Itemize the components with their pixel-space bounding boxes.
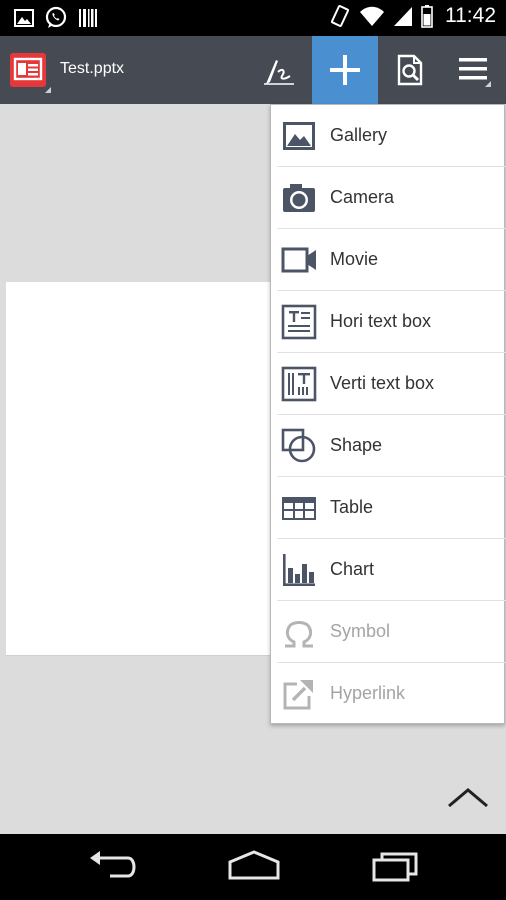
navigation-bar (0, 834, 506, 900)
pen-icon (264, 60, 294, 85)
battery-icon (421, 5, 433, 28)
menu-item-label: Shape (330, 435, 383, 455)
preview-icon (397, 54, 423, 86)
barcode-icon (79, 9, 97, 27)
whatsapp-icon (45, 6, 67, 28)
insert-menu: Gallery Camera Movie Hori text box Verti… (270, 104, 506, 725)
menu-item-gallery[interactable]: Gallery (277, 105, 506, 167)
presentation-icon (13, 57, 43, 81)
vibrate-icon (330, 5, 350, 27)
menu-item-label: Symbol (330, 621, 391, 641)
shape-icon (281, 428, 316, 463)
menu-item-hyperlink[interactable]: Hyperlink (277, 663, 506, 725)
menu-item-horizontal-text-box[interactable]: Hori text box (277, 291, 506, 353)
insert-button[interactable] (312, 36, 378, 104)
omega-icon (285, 621, 313, 648)
menu-item-label: Movie (330, 249, 379, 269)
document-title: Test.pptx (60, 60, 125, 77)
chevron-up-icon (448, 788, 488, 808)
menu-item-label: Gallery (330, 125, 388, 145)
menu-item-label: Hyperlink (330, 683, 406, 703)
menu-item-label: Chart (330, 559, 375, 579)
signal-icon (394, 7, 412, 26)
menu-item-shape[interactable]: Shape (277, 415, 506, 477)
menu-item-camera[interactable]: Camera (277, 167, 506, 229)
slide-canvas[interactable] (6, 282, 296, 656)
home-button[interactable] (224, 846, 284, 886)
home-icon (228, 850, 280, 880)
menu-icon (459, 58, 491, 87)
menu-item-vertical-text-box[interactable]: Verti text box (277, 353, 506, 415)
menu-item-chart[interactable]: Chart (277, 539, 506, 601)
back-button[interactable] (84, 846, 144, 886)
menu-item-label: Table (330, 497, 374, 517)
overflow-menu-button[interactable] (442, 36, 506, 104)
presentation-app-icon[interactable] (10, 53, 51, 93)
wifi-icon (360, 6, 384, 26)
vertical-text-box-icon (281, 366, 317, 402)
movie-icon (281, 247, 316, 273)
app-toolbar: Test.pptx (0, 36, 506, 104)
menu-item-symbol[interactable]: Symbol (277, 601, 506, 663)
menu-item-label: Hori text box (330, 311, 432, 331)
menu-item-movie[interactable]: Movie (277, 229, 506, 291)
image-notification-icon (14, 9, 34, 27)
chart-icon (283, 554, 315, 586)
status-bar: 11:42 (0, 0, 506, 36)
gallery-icon (283, 122, 315, 150)
camera-icon (283, 184, 315, 212)
clock: 11:42 (445, 4, 496, 27)
pen-button[interactable] (248, 36, 312, 104)
plus-icon (330, 55, 360, 85)
table-icon (282, 497, 316, 520)
scroll-up-button[interactable] (446, 782, 490, 812)
recent-apps-icon (372, 852, 418, 882)
recent-apps-button[interactable] (366, 846, 426, 886)
preview-button[interactable] (378, 36, 442, 104)
back-icon (90, 851, 136, 878)
menu-item-label: Verti text box (330, 373, 435, 393)
menu-item-label: Camera (330, 187, 395, 207)
hyperlink-icon (283, 680, 313, 710)
horizontal-text-box-icon (281, 304, 317, 340)
menu-item-table[interactable]: Table (277, 477, 506, 539)
